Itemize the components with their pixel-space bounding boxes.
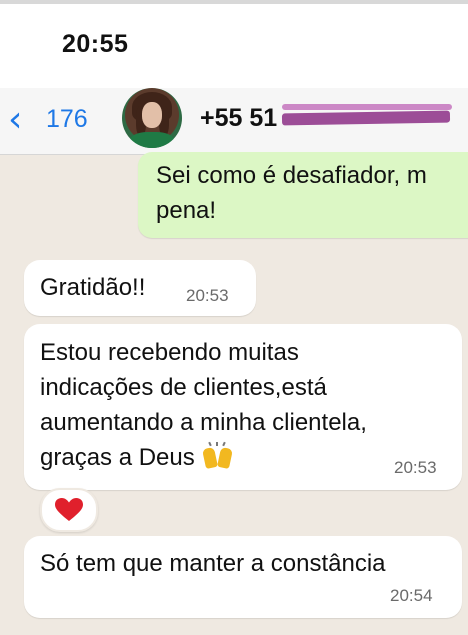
contact-name[interactable]: +55 51 <box>200 104 277 133</box>
avatar[interactable] <box>122 88 182 148</box>
status-time: 20:55 <box>62 30 129 58</box>
raising-hands-icon <box>201 441 233 470</box>
message-reaction[interactable] <box>40 488 98 532</box>
message-time: 20:53 <box>394 458 437 477</box>
message-time: 20:54 <box>390 586 433 605</box>
heart-icon <box>55 498 83 521</box>
message-incoming[interactable]: Só tem que manter a constância 20:54 <box>24 536 462 618</box>
message-text: Gratidão!! <box>40 274 146 301</box>
message-text: Só tem que manter a constância <box>40 550 386 577</box>
status-bar: 20:55 <box>0 4 468 88</box>
message-incoming[interactable]: Estou recebendo muitas indicações de cli… <box>24 324 462 490</box>
message-text: Estou recebendo muitas indicações de cli… <box>40 335 450 475</box>
avatar-face <box>142 102 162 128</box>
avatar-shirt <box>130 132 174 148</box>
message-text: Sei como é desafiador, m pena! <box>156 162 427 224</box>
message-outgoing[interactable]: Sei como é desafiador, m pena! <box>138 152 468 238</box>
back-unread-count[interactable]: 176 <box>46 105 88 134</box>
redaction-mark-top <box>282 104 452 110</box>
message-incoming[interactable]: Gratidão!! 20:53 <box>24 260 256 316</box>
message-time: 20:53 <box>186 286 229 305</box>
chevron-left-icon[interactable]: ‹ <box>8 102 38 138</box>
